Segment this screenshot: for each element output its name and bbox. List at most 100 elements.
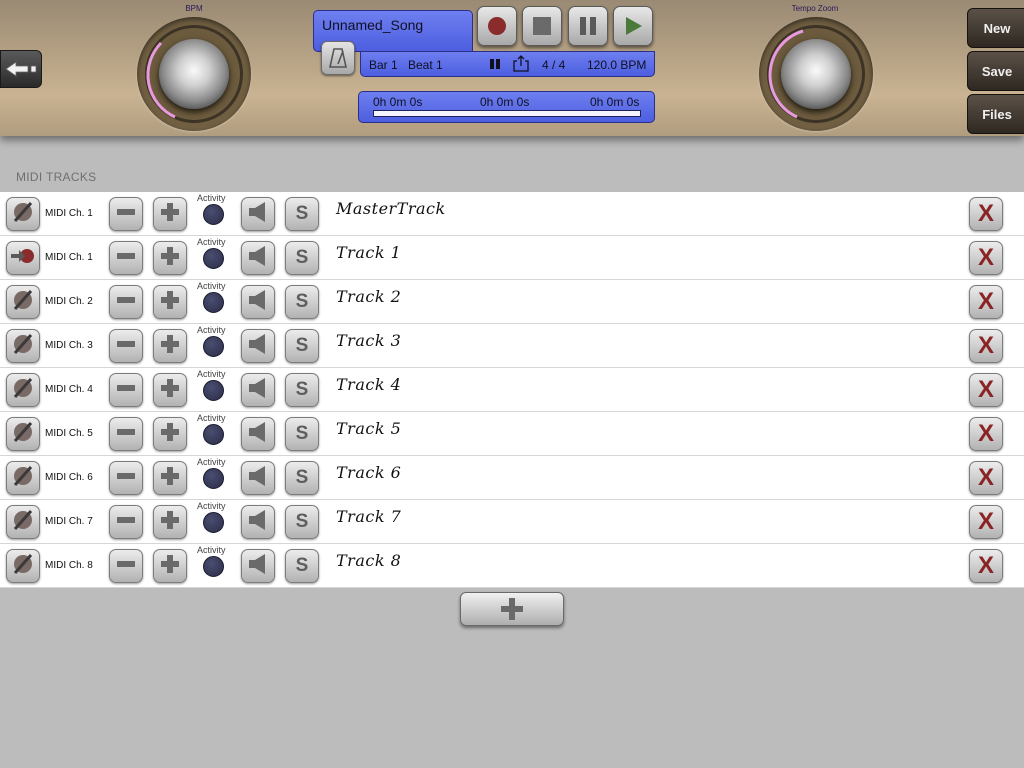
stop-icon [533,17,551,35]
stop-button[interactable] [522,6,562,46]
channel-decrement-button[interactable] [109,549,143,583]
delete-track-button[interactable]: X [969,241,1003,275]
solo-button[interactable]: S [285,373,319,407]
tempo-readout[interactable]: 120.0 BPM [587,58,646,72]
track-name[interactable]: Track 3 [336,331,401,350]
track-row[interactable]: MIDI Ch. 5 Activity S Track 5 X [0,412,1024,456]
mute-button[interactable] [241,505,275,539]
play-button[interactable] [613,6,653,46]
delete-track-button[interactable]: X [969,329,1003,363]
solo-button[interactable]: S [285,505,319,539]
tempo-zoom-knob[interactable] [759,17,873,131]
midi-channel-label[interactable]: MIDI Ch. 5 [45,428,93,439]
solo-button[interactable]: S [285,417,319,451]
metronome-button[interactable] [321,41,355,75]
record-button[interactable] [477,6,517,46]
close-icon: X [977,244,994,271]
bpm-knob[interactable] [137,17,251,131]
channel-increment-button[interactable] [153,197,187,231]
channel-decrement-button[interactable] [109,329,143,363]
mute-button[interactable] [241,549,275,583]
midi-channel-label[interactable]: MIDI Ch. 1 [45,208,93,219]
track-name[interactable]: Track 1 [336,243,401,262]
track-row[interactable]: MIDI Ch. 2 Activity S Track 2 X [0,280,1024,324]
pause-button[interactable] [568,6,608,46]
channel-increment-button[interactable] [153,461,187,495]
midi-channel-label[interactable]: MIDI Ch. 3 [45,340,93,351]
midi-channel-label[interactable]: MIDI Ch. 7 [45,516,93,527]
channel-decrement-button[interactable] [109,285,143,319]
save-button[interactable]: Save [967,51,1024,91]
channel-increment-button[interactable] [153,373,187,407]
midi-input-button[interactable] [6,549,40,583]
mute-button[interactable] [241,285,275,319]
track-name[interactable]: Track 2 [336,287,401,306]
mute-button[interactable] [241,197,275,231]
midi-input-button[interactable] [6,417,40,451]
delete-track-button[interactable]: X [969,461,1003,495]
delete-track-button[interactable]: X [969,549,1003,583]
midi-input-button[interactable] [6,461,40,495]
add-track-button[interactable] [460,592,564,626]
channel-increment-button[interactable] [153,329,187,363]
midi-input-button[interactable] [6,285,40,319]
channel-decrement-button[interactable] [109,417,143,451]
midi-channel-label[interactable]: MIDI Ch. 6 [45,472,93,483]
midi-input-button[interactable] [6,505,40,539]
channel-increment-button[interactable] [153,417,187,451]
solo-button[interactable]: S [285,285,319,319]
channel-increment-button[interactable] [153,285,187,319]
files-button[interactable]: Files [967,94,1024,134]
solo-button[interactable]: S [285,549,319,583]
channel-increment-button[interactable] [153,505,187,539]
delete-track-button[interactable]: X [969,285,1003,319]
channel-decrement-button[interactable] [109,505,143,539]
midi-channel-label[interactable]: MIDI Ch. 2 [45,296,93,307]
track-name[interactable]: Track 7 [336,507,401,526]
new-button[interactable]: New [967,8,1024,48]
delete-track-button[interactable]: X [969,197,1003,231]
mute-button[interactable] [241,241,275,275]
track-row[interactable]: MIDI Ch. 1 Activity S Track 1 X [0,236,1024,280]
midi-input-button[interactable] [6,241,40,275]
midi-channel-label[interactable]: MIDI Ch. 1 [45,252,93,263]
track-name[interactable]: Track 4 [336,375,401,394]
midi-input-button[interactable] [6,197,40,231]
solo-button[interactable]: S [285,241,319,275]
midi-input-button[interactable] [6,329,40,363]
time-position-panel[interactable]: 0h 0m 0s 0h 0m 0s 0h 0m 0s [358,91,655,123]
midi-input-button[interactable] [6,373,40,407]
channel-decrement-button[interactable] [109,461,143,495]
mute-button[interactable] [241,373,275,407]
mute-button[interactable] [241,329,275,363]
track-row[interactable]: MIDI Ch. 7 Activity S Track 7 X [0,500,1024,544]
mute-button[interactable] [241,461,275,495]
track-row[interactable]: MIDI Ch. 3 Activity S Track 3 X [0,324,1024,368]
delete-track-button[interactable]: X [969,373,1003,407]
back-button[interactable] [0,50,42,88]
solo-button[interactable]: S [285,197,319,231]
time-signature[interactable]: 4 / 4 [542,58,565,72]
delete-track-button[interactable]: X [969,505,1003,539]
track-name[interactable]: Track 5 [336,419,401,438]
midi-channel-label[interactable]: MIDI Ch. 8 [45,560,93,571]
share-icon[interactable] [513,55,529,75]
midi-channel-label[interactable]: MIDI Ch. 4 [45,384,93,395]
channel-decrement-button[interactable] [109,241,143,275]
channel-decrement-button[interactable] [109,197,143,231]
channel-increment-button[interactable] [153,549,187,583]
track-row[interactable]: MIDI Ch. 1 Activity S MasterTrack X [0,192,1024,236]
mute-button[interactable] [241,417,275,451]
track-row[interactable]: MIDI Ch. 8 Activity S Track 8 X [0,544,1024,588]
delete-track-button[interactable]: X [969,417,1003,451]
channel-decrement-button[interactable] [109,373,143,407]
track-name[interactable]: MasterTrack [336,199,446,218]
track-row[interactable]: MIDI Ch. 6 Activity S Track 6 X [0,456,1024,500]
track-name[interactable]: Track 8 [336,551,401,570]
track-name[interactable]: Track 6 [336,463,401,482]
solo-button[interactable]: S [285,461,319,495]
channel-increment-button[interactable] [153,241,187,275]
solo-button[interactable]: S [285,329,319,363]
timeline-scrubber[interactable] [373,110,641,117]
track-row[interactable]: MIDI Ch. 4 Activity S Track 4 X [0,368,1024,412]
